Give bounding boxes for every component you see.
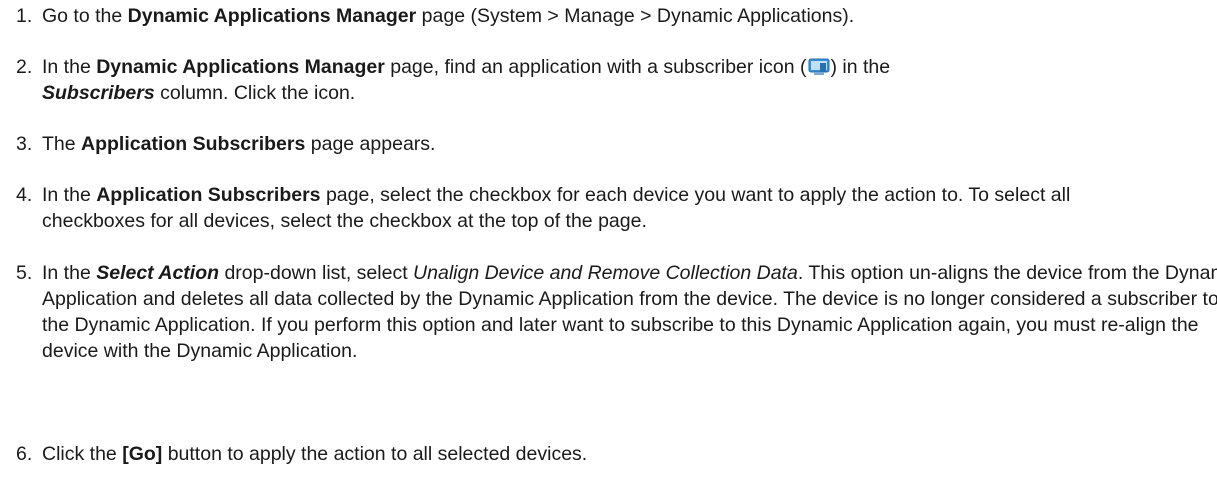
step-1: 1. Go to the Dynamic Applications Manager… (16, 5, 855, 27)
page-name: Application Subscribers (81, 133, 306, 155)
subscriber-icon (808, 57, 830, 75)
step-number: 3. (16, 133, 33, 155)
step-3: 3. The Application Subscribers page appea… (16, 133, 436, 155)
step-4: 4. In the Application Subscribers page, s… (16, 184, 1071, 232)
page-name: Dynamic Applications Manager (127, 5, 417, 27)
step-5: 5. In the Select Action drop-down list, s… (16, 262, 1217, 362)
button-name: [Go] (122, 443, 163, 465)
step-number: 5. (16, 262, 33, 284)
page-name: Dynamic Applications Manager (96, 56, 385, 78)
page-name: Application Subscribers (96, 184, 321, 206)
dropdown-name: Select Action (96, 262, 220, 284)
step-2: 2. In the Dynamic Applications Manager pa… (16, 56, 891, 104)
step-6: 6. Click the [Go] button to apply the act… (16, 443, 588, 465)
step-number: 2. (16, 56, 33, 78)
option-name: Unalign Device and Remove Collection Dat… (413, 262, 798, 284)
step-number: 1. (16, 5, 33, 27)
step-number: 4. (16, 184, 33, 206)
column-name: Subscribers (42, 82, 155, 104)
step-number: 6. (16, 443, 33, 465)
